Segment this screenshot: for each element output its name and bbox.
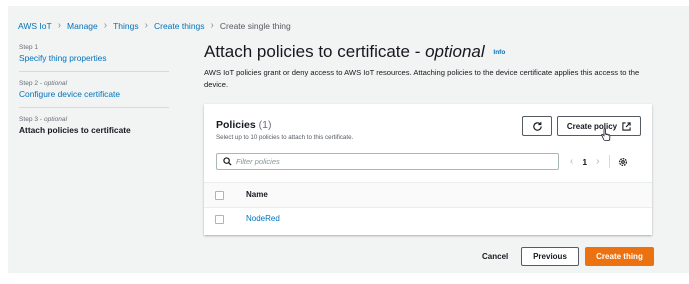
wizard-step-1: Step 1 Specify thing properties xyxy=(19,44,169,72)
chevron-right-icon[interactable]: › xyxy=(596,156,599,167)
refresh-button[interactable] xyxy=(522,116,552,136)
external-link-icon xyxy=(622,121,631,131)
breadcrumb-things[interactable]: Things xyxy=(113,21,139,31)
gear-icon[interactable] xyxy=(618,157,628,167)
breadcrumb-current: Create single thing xyxy=(219,20,291,31)
column-header-name[interactable]: Name xyxy=(246,190,268,199)
breadcrumb-manage[interactable]: Manage xyxy=(67,21,98,31)
create-policy-button[interactable]: Create policy xyxy=(557,116,641,136)
step-link-configure-device-certificate[interactable]: Configure device certificate xyxy=(19,89,169,100)
breadcrumb: AWS IoT › Manage › Things › Create thing… xyxy=(18,20,291,31)
breadcrumb-create-things[interactable]: Create things xyxy=(154,21,205,31)
policies-count: (1) xyxy=(258,119,272,131)
wizard-steps: Step 1 Specify thing properties Step 2 -… xyxy=(19,44,169,151)
previous-button[interactable]: Previous xyxy=(521,247,579,266)
row-checkbox[interactable] xyxy=(215,215,224,224)
pager-divider xyxy=(609,155,611,168)
page-description: AWS IoT policies grant or deny access to… xyxy=(204,68,640,89)
cancel-button[interactable]: Cancel xyxy=(482,252,508,261)
page-number[interactable]: 1 xyxy=(582,157,587,167)
step-number: Step 2 - optional xyxy=(19,80,68,87)
select-all-checkbox[interactable] xyxy=(215,191,224,200)
wizard-step-3: Step 3 - optional Attach policies to cer… xyxy=(19,116,169,143)
pagination: ‹ 1 › xyxy=(570,153,628,170)
step-number: Step 3 - optional xyxy=(19,116,68,123)
pointer-cursor-icon xyxy=(601,128,611,141)
policy-name-link[interactable]: NodeRed xyxy=(246,214,280,223)
create-thing-button[interactable]: Create thing xyxy=(585,247,654,266)
policies-description: Select up to 10 policies to attach to th… xyxy=(216,134,354,141)
chevron-left-icon[interactable]: ‹ xyxy=(570,156,573,167)
step-current-attach-policies: Attach policies to certificate xyxy=(19,125,131,135)
page-title: Attach policies to certificate - optiona… xyxy=(204,42,506,61)
breadcrumb-aws-iot[interactable]: AWS IoT xyxy=(18,21,52,31)
chevron-right-icon: › xyxy=(144,20,148,31)
filter-policies-field[interactable] xyxy=(216,153,559,170)
table-row: NodeRed xyxy=(204,207,652,231)
chevron-right-icon: › xyxy=(210,20,214,31)
step-link-specify-thing-properties[interactable]: Specify thing properties xyxy=(19,53,169,64)
window-bottom-edge xyxy=(0,273,689,284)
filter-policies-input[interactable] xyxy=(236,157,536,166)
window-left-edge xyxy=(0,0,8,284)
search-icon xyxy=(223,157,232,166)
policies-heading: Policies (1) xyxy=(216,119,272,131)
step-number: Step 1 xyxy=(19,44,39,51)
wizard-step-2: Step 2 - optional Configure device certi… xyxy=(19,80,169,108)
chevron-right-icon: › xyxy=(57,20,62,31)
chevron-right-icon: › xyxy=(103,20,108,31)
table-header: Name xyxy=(204,182,652,208)
refresh-icon xyxy=(532,121,542,131)
policies-container: Policies (1) Select up to 10 policies to… xyxy=(204,104,652,235)
info-link[interactable]: Info xyxy=(493,49,505,56)
window-top-edge xyxy=(0,0,689,6)
